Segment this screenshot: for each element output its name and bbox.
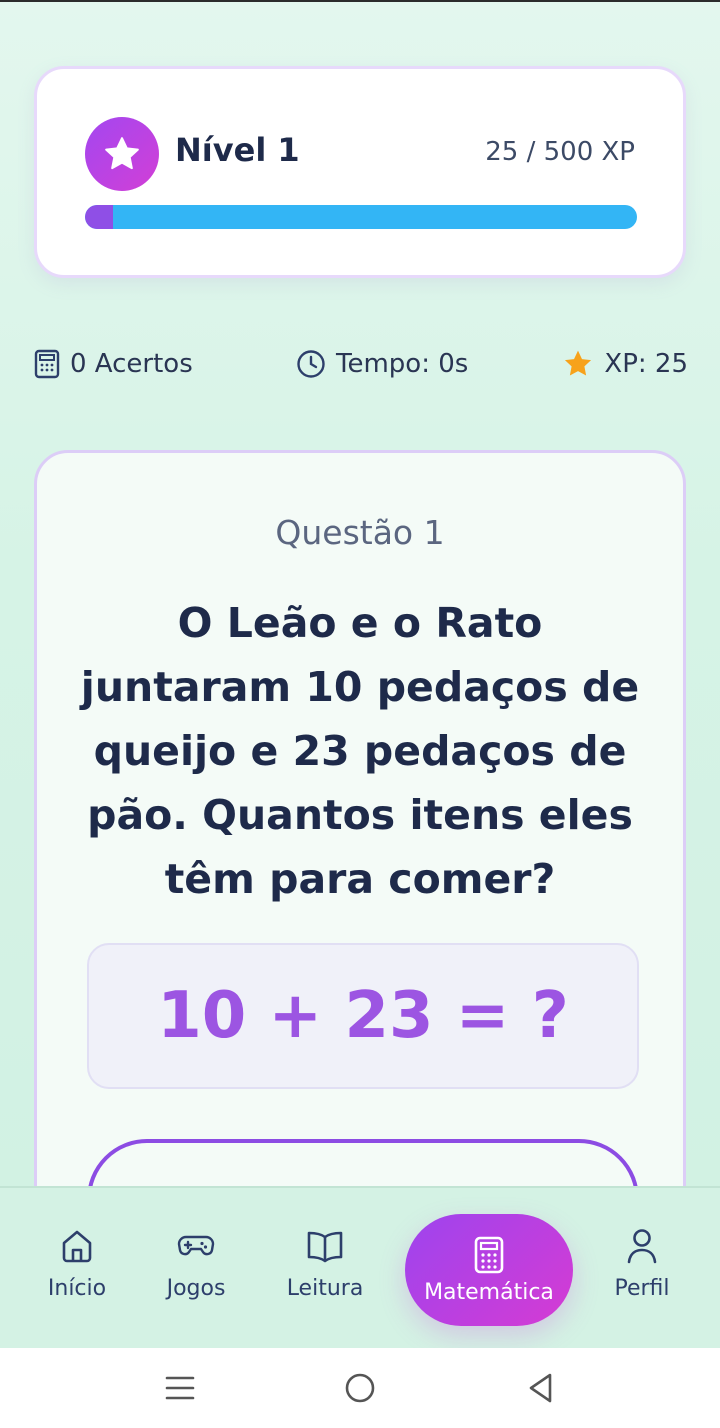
level-title: Nível 1 — [175, 131, 300, 169]
level-xp-text: 25 / 500 XP — [485, 137, 635, 167]
level-star-badge — [85, 117, 159, 191]
clock-icon — [297, 350, 325, 378]
nav-label-matematica: Matemática — [424, 1279, 554, 1305]
stat-xp: XP: 25 — [562, 344, 688, 384]
nav-item-jogos[interactable]: Jogos — [136, 1224, 256, 1301]
menu-icon — [165, 1376, 195, 1400]
stat-tempo: Tempo: 0s — [296, 344, 468, 384]
star-icon — [565, 350, 592, 376]
equation-box: 10 + 23 = ? — [87, 943, 639, 1089]
question-text: O Leão e o Rato juntaram 10 pedaços de q… — [80, 599, 640, 903]
equation-text: 10 + 23 = ? — [157, 979, 569, 1053]
home-icon — [62, 1230, 92, 1263]
top-edge-line — [0, 0, 720, 2]
nav-label-inicio: Início — [47, 1276, 107, 1301]
nav-label-leitura: Leitura — [286, 1276, 364, 1301]
stat-tempo-label: Tempo: 0s — [336, 349, 469, 379]
nav-item-perfil[interactable]: Perfil — [582, 1224, 702, 1301]
nav-item-matematica[interactable]: Matemática — [405, 1214, 573, 1326]
calculator-icon — [34, 349, 60, 379]
back-button[interactable] — [520, 1370, 560, 1406]
gamepad-icon — [177, 1235, 215, 1256]
question-number: Questão 1 — [275, 513, 445, 552]
stat-xp-label: XP: 25 — [604, 349, 688, 379]
nav-label-jogos: Jogos — [166, 1276, 226, 1301]
level-progress-fill — [85, 205, 113, 229]
nav-item-leitura[interactable]: Leitura — [265, 1224, 385, 1301]
circle-home-icon — [345, 1373, 375, 1403]
back-triangle-icon — [529, 1373, 552, 1403]
level-progress-bar — [85, 205, 637, 229]
stat-acertos: 0 Acertos — [34, 344, 193, 384]
level-card: Nível 1 25 / 500 XP — [34, 66, 686, 278]
bottom-nav: Início Jogos Leitura Matemática Perfil — [0, 1186, 720, 1348]
star-icon — [105, 137, 139, 170]
home-button[interactable] — [340, 1370, 380, 1406]
calculator-icon — [474, 1236, 504, 1273]
user-icon — [627, 1229, 657, 1264]
stat-acertos-label: 0 Acertos — [70, 349, 193, 379]
book-icon — [307, 1231, 343, 1263]
nav-label-perfil: Perfil — [614, 1276, 670, 1301]
recent-apps-button[interactable] — [160, 1370, 200, 1406]
system-nav-bar — [0, 1348, 720, 1428]
nav-item-inicio[interactable]: Início — [17, 1224, 137, 1301]
